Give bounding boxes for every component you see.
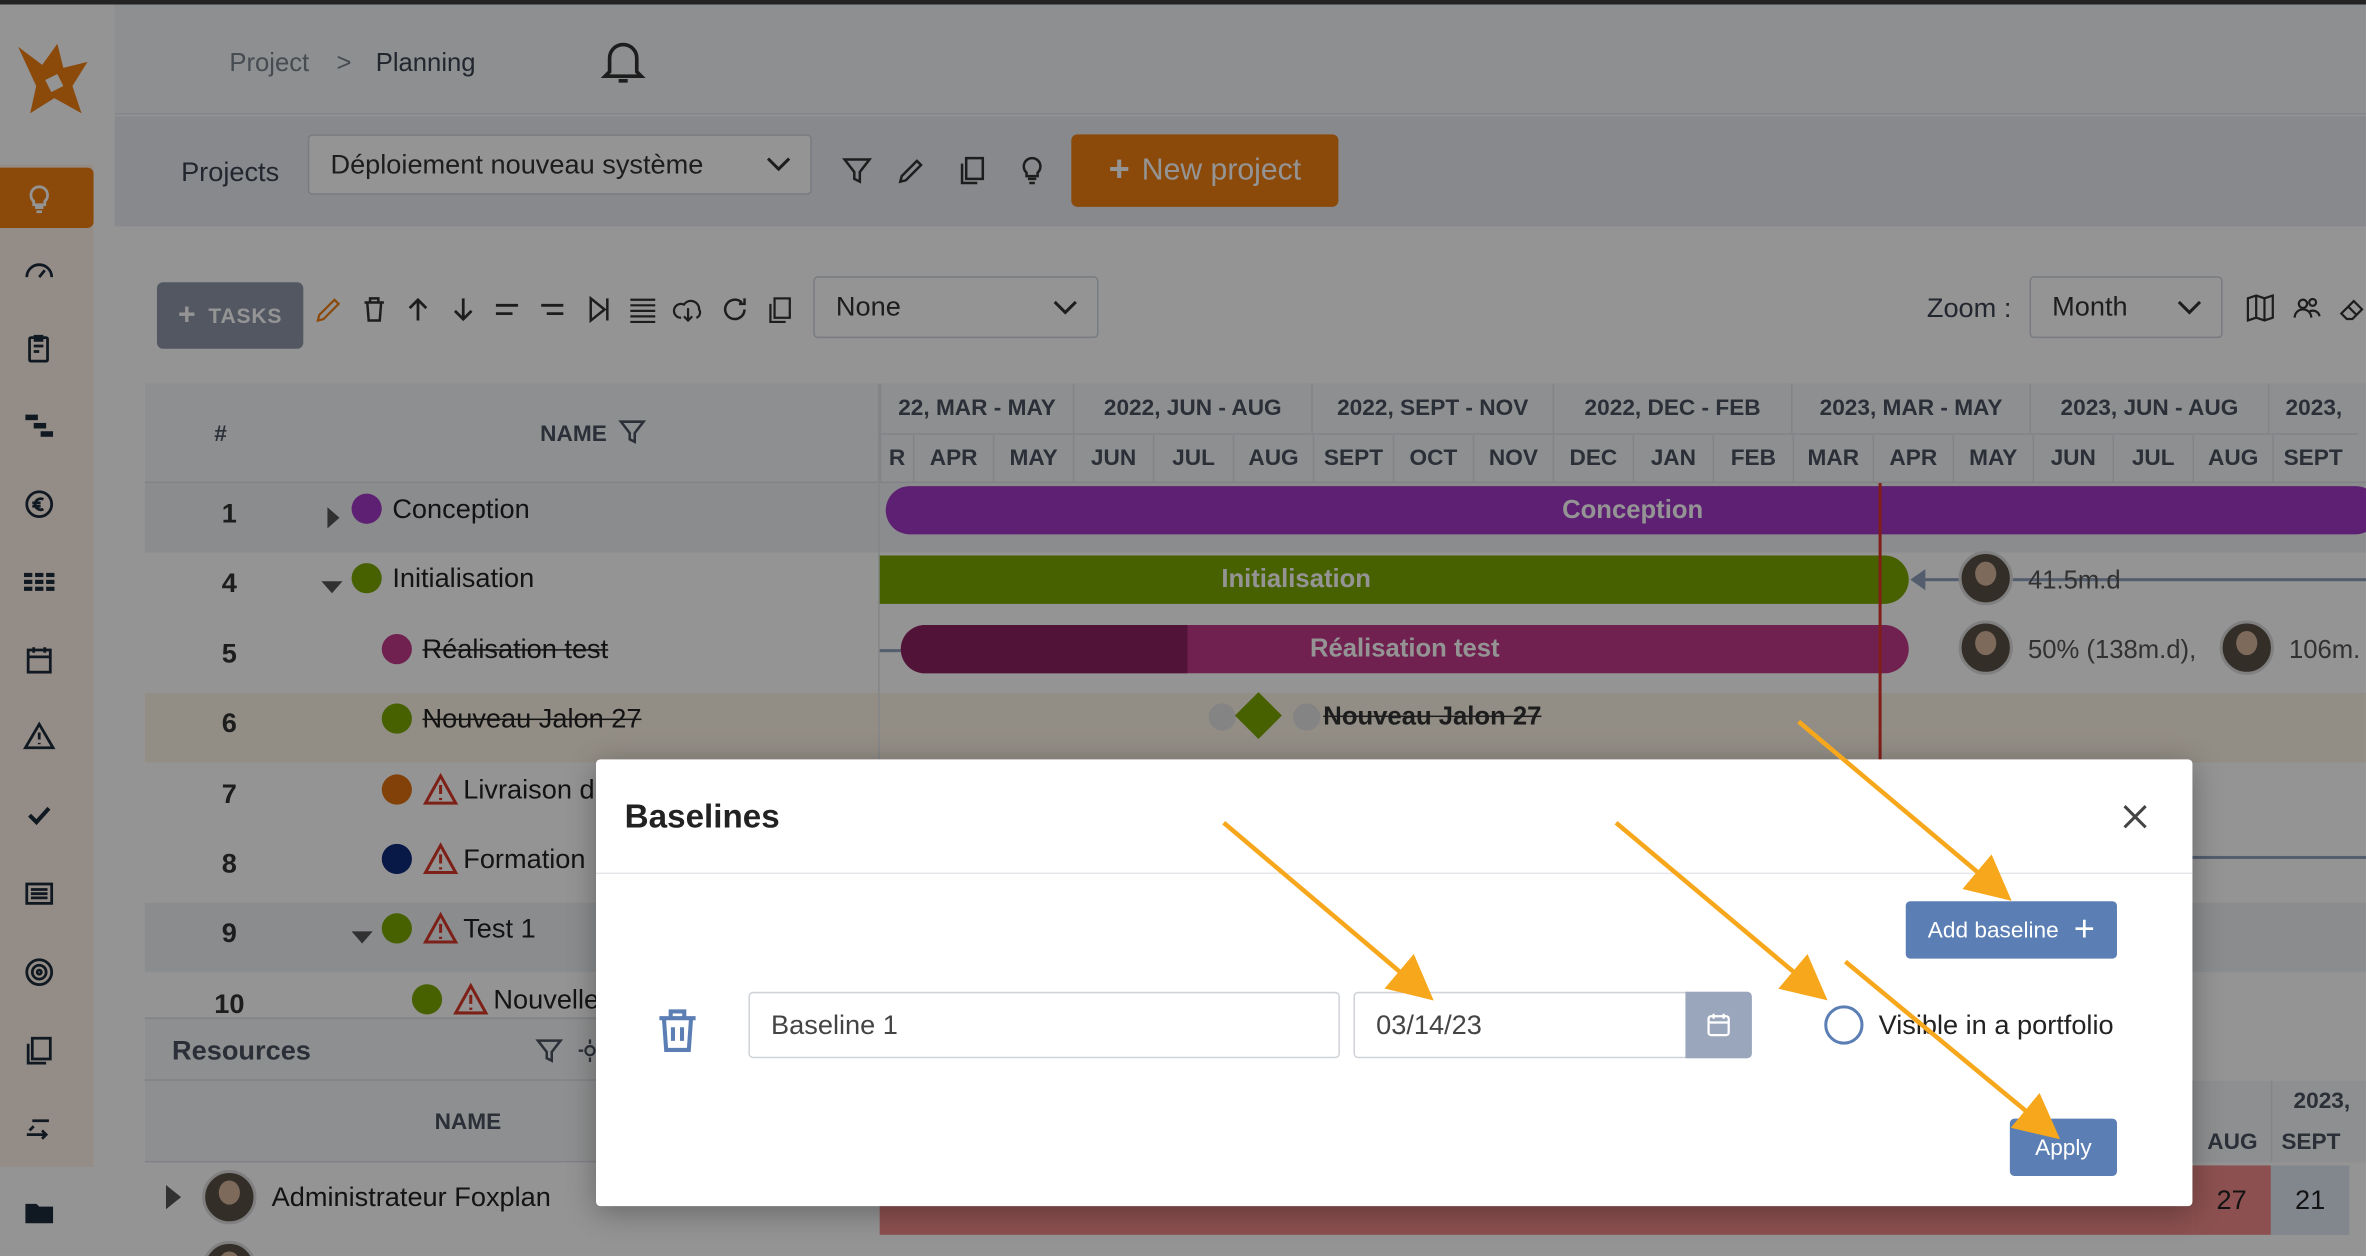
apply-button[interactable]: Apply xyxy=(2009,1118,2117,1176)
close-icon[interactable] xyxy=(2106,799,2163,838)
add-baseline-button[interactable]: Add baseline + xyxy=(1905,901,2117,959)
baseline-name-input[interactable]: Baseline 1 xyxy=(748,991,1340,1059)
visible-portfolio-label: Visible in a portfolio xyxy=(1878,1009,2114,1041)
baseline-date-input[interactable]: 03/14/23 xyxy=(1353,991,1752,1059)
baselines-modal: Baselines Add baseline + Baseline 1 03/1… xyxy=(596,759,2193,1207)
modal-title: Baselines xyxy=(624,797,780,835)
plus-icon: + xyxy=(2073,908,2095,950)
modal-divider xyxy=(596,872,2193,875)
calendar-icon[interactable] xyxy=(1685,991,1752,1059)
baseline-date-value: 03/14/23 xyxy=(1376,1009,1482,1040)
trash-icon[interactable] xyxy=(650,1001,704,1058)
visible-portfolio-radio[interactable] xyxy=(1824,1005,1864,1045)
add-baseline-label: Add baseline xyxy=(1927,917,2059,943)
apply-label: Apply xyxy=(2035,1134,2092,1161)
baseline-name-value: Baseline 1 xyxy=(771,1009,898,1040)
